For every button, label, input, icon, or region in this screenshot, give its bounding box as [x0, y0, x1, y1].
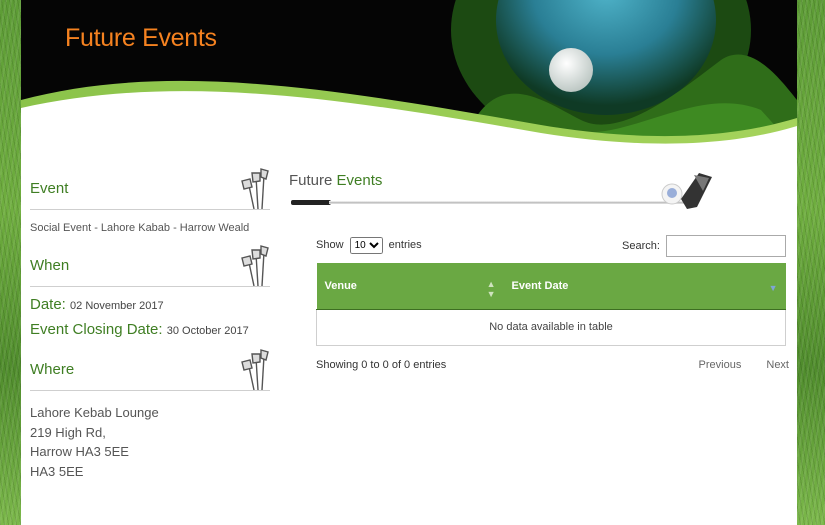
search-input[interactable]: [666, 235, 786, 257]
event-section-heading: Event: [30, 165, 270, 210]
page-length-select[interactable]: 10: [349, 237, 383, 254]
event-heading: Event: [30, 180, 69, 197]
when-section-heading: When: [30, 242, 270, 287]
header-banner: Future Events: [21, 0, 797, 150]
empty-table-message: No data available in table: [316, 309, 786, 346]
event-sidebar: Event Social Event - Lahore Kabab - Harr…: [30, 165, 270, 481]
content-title-part1: Future: [289, 172, 333, 189]
previous-button[interactable]: Previous: [699, 359, 742, 371]
date-value: 02 November 2017: [70, 300, 164, 312]
sort-both-icon: ▲ ▼: [486, 279, 496, 299]
event-description: Social Event - Lahore Kabab - Harrow Wea…: [30, 222, 250, 234]
column-label-event-date: Event Date: [511, 279, 569, 292]
events-table: Venue ▲ ▼ Event Date ▼ No data available …: [316, 263, 786, 346]
next-button[interactable]: Next: [766, 359, 789, 371]
golf-clubs-icon: [241, 245, 269, 286]
grass-background-left: [0, 0, 22, 525]
table-header-row: Venue ▲ ▼ Event Date ▼: [316, 263, 786, 310]
where-heading: Where: [30, 361, 75, 378]
table-search: Search:: [622, 235, 786, 257]
table-info: Showing 0 to 0 of 0 entries: [316, 359, 447, 371]
pagination: Previous Next: [677, 359, 789, 371]
closing-date-value: 30 October 2017: [166, 325, 249, 337]
content-title-part2: Events: [336, 172, 383, 189]
closing-date-label: Event Closing Date:: [30, 321, 163, 338]
closing-date-row: Event Closing Date: 30 October 2017: [30, 321, 270, 338]
table-controls: Show 10 entries Search:: [316, 235, 786, 259]
address-line: HA3 5EE: [30, 463, 84, 479]
content-title: Future Events: [289, 172, 382, 189]
show-label: Show: [316, 239, 344, 251]
column-label-venue: Venue: [324, 279, 357, 292]
column-header-venue[interactable]: Venue ▲ ▼: [316, 263, 504, 310]
page-length-control: Show 10 entries: [316, 237, 422, 254]
venue-address: Lahore Kebab Lounge 219 High Rd, Harrow …: [30, 403, 270, 481]
search-label: Search:: [622, 239, 660, 252]
event-date-row: Date: 02 November 2017: [30, 296, 270, 313]
page-container: Future Events Event Social Event - Lahor…: [21, 0, 797, 525]
column-header-event-date[interactable]: Event Date ▼: [503, 263, 786, 310]
entries-label: entries: [388, 239, 422, 251]
address-line: 219 High Rd,: [30, 424, 106, 440]
sort-desc-icon: ▼: [768, 283, 778, 293]
address-line: Lahore Kebab Lounge: [30, 405, 159, 420]
address-line: Harrow HA3 5EE: [30, 444, 129, 459]
grass-background-right: [796, 0, 825, 525]
table-row: No data available in table: [316, 309, 786, 346]
where-section-heading: Where: [30, 346, 270, 391]
site-title: Future Events: [65, 24, 217, 52]
date-label: Date:: [30, 296, 66, 313]
when-heading: When: [30, 257, 70, 274]
header-artwork: [21, 0, 797, 150]
golf-clubs-icon: [241, 349, 269, 390]
golf-clubs-icon: [241, 168, 269, 209]
